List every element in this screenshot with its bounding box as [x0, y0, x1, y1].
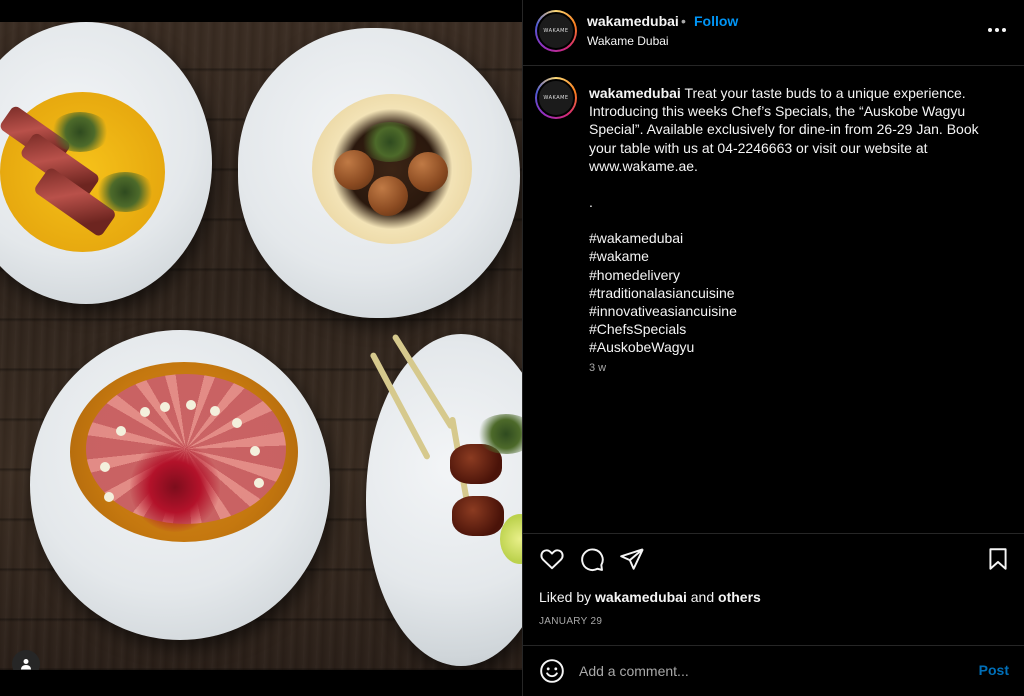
separator-dot: • [681, 13, 686, 29]
herb-garnish [95, 172, 155, 212]
likes-user-link[interactable]: wakamedubai [595, 589, 687, 605]
herb-garnish [360, 122, 420, 162]
hashtag-link[interactable]: #innovativeasiancuisine [589, 302, 989, 320]
avatar[interactable]: WAKAME [535, 77, 577, 119]
glazed-meat [452, 496, 504, 536]
caption-line: www.wakame.ae. [589, 157, 698, 174]
cream-dot [116, 426, 126, 436]
person-icon[interactable] [12, 650, 40, 670]
caption-line [589, 175, 989, 193]
cream-dot [160, 402, 170, 412]
follow-button[interactable]: Follow [694, 13, 738, 29]
caption-line: your table with us at 04-2246663 or visi… [589, 139, 928, 156]
beet-garnish [130, 442, 220, 532]
cream-dot [210, 406, 220, 416]
herb-garnish [50, 112, 110, 152]
share-icon[interactable] [619, 546, 645, 572]
hashtag-link[interactable]: #traditionalasiancuisine [589, 284, 989, 302]
avatar-logo-text: WAKAME [543, 95, 569, 101]
bookmark-icon[interactable] [985, 546, 1011, 572]
cream-dot [186, 400, 196, 410]
username-link[interactable]: wakamedubai [587, 13, 679, 29]
likes-others-link[interactable]: others [718, 589, 761, 605]
caption-timestamp[interactable]: 3 w [589, 362, 606, 374]
hashtag-link[interactable]: #wakamedubai [589, 229, 989, 247]
comment-bar: Post [523, 645, 1024, 696]
hashtag-link[interactable]: #ChefsSpecials [589, 320, 989, 338]
comment-input[interactable] [579, 659, 959, 683]
caption-line: Special”. Available exclusively for dine… [589, 121, 979, 138]
caption-line [589, 211, 989, 229]
emoji-icon[interactable] [539, 658, 565, 684]
cream-dot [232, 418, 242, 428]
caption-line: Introducing this weeks Chef’s Specials, … [589, 103, 966, 120]
avatar-logo-text: WAKAME [543, 28, 569, 34]
comment-icon[interactable] [579, 546, 605, 572]
caption-line-text: Treat your taste buds to a unique experi… [684, 85, 966, 101]
likes-summary: Liked by wakamedubai and others [539, 589, 761, 605]
likes-conjunction: and [690, 589, 715, 605]
caption-block: WAKAME wakamedubai Treat your taste buds… [523, 67, 1024, 533]
avatar-image: WAKAME [537, 12, 575, 50]
hashtag-link[interactable]: #homedelivery [589, 266, 989, 284]
post-image[interactable] [0, 22, 522, 670]
croquette [368, 176, 408, 216]
cream-dot [140, 407, 150, 417]
croquette [408, 152, 448, 192]
cream-dot [104, 492, 114, 502]
cream-dot [250, 446, 260, 456]
location-link[interactable]: Wakame Dubai [587, 34, 669, 48]
hashtag-link[interactable]: #AuskobeWagyu [589, 338, 989, 356]
post-sidebar: WAKAME wakamedubai • Follow Wakame Dubai… [522, 0, 1024, 696]
post-comment-button[interactable]: Post [979, 662, 1009, 678]
heart-icon[interactable] [539, 546, 565, 572]
avatar[interactable]: WAKAME [535, 10, 577, 52]
avatar-image: WAKAME [537, 79, 575, 117]
more-horizontal-icon[interactable] [987, 20, 1007, 40]
post-date[interactable]: JANUARY 29 [539, 616, 602, 627]
cream-dot [254, 478, 264, 488]
cream-dot [100, 462, 110, 472]
caption-line: wakamedubai Treat your taste buds to a u… [589, 84, 989, 102]
likes-prefix: Liked by [539, 589, 592, 605]
post-actions: Liked by wakamedubai and others JANUARY … [523, 533, 1024, 645]
caption-line: . [589, 194, 593, 211]
caption-username[interactable]: wakamedubai [589, 85, 681, 101]
hashtag-link[interactable]: #wakame [589, 247, 989, 265]
caption-text: wakamedubai Treat your taste buds to a u… [589, 84, 989, 357]
post-header: WAKAME wakamedubai • Follow Wakame Dubai [523, 0, 1024, 66]
